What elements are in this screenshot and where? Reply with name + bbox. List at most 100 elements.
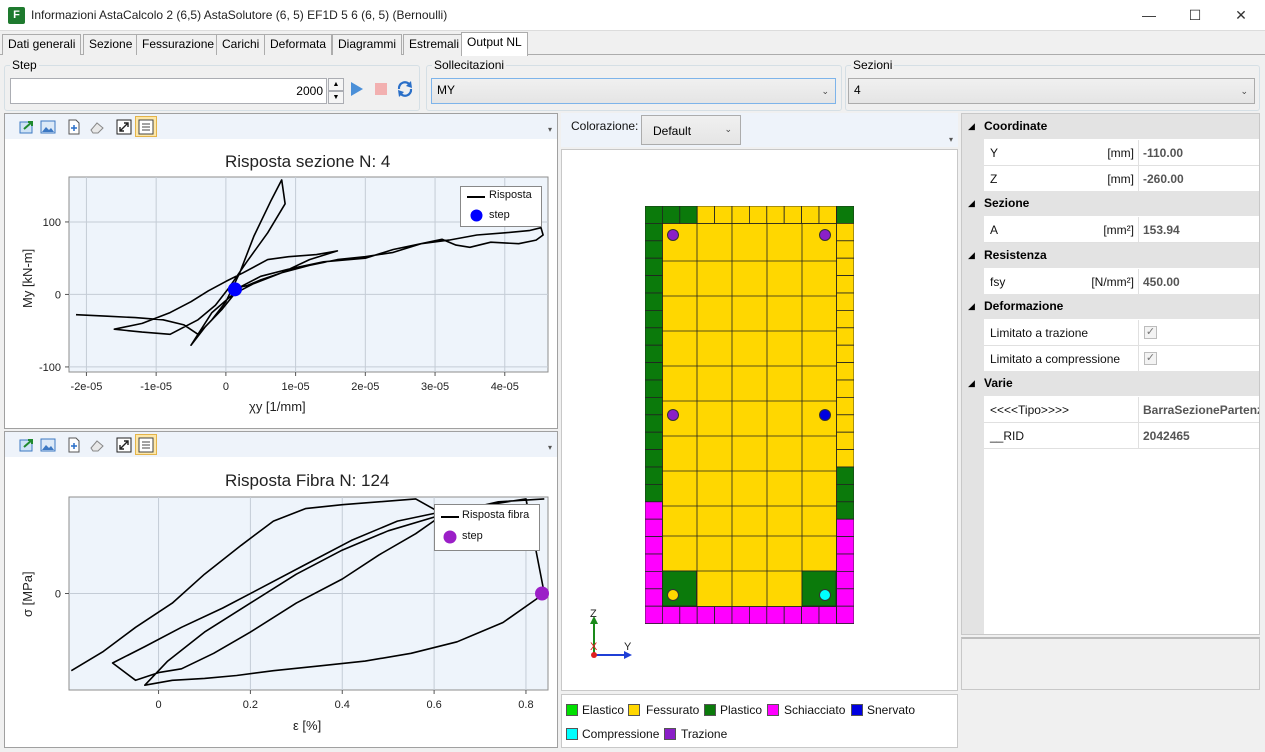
chart1-ylabel: My [kN-m] xyxy=(20,248,35,308)
tab-carichi[interactable]: Carichi xyxy=(216,34,266,55)
fiber-cell xyxy=(714,606,733,624)
x-tick-label: 1e-05 xyxy=(282,381,310,393)
column-separator xyxy=(1138,140,1139,166)
collapse-icon[interactable]: ◢ xyxy=(968,243,975,268)
image-icon[interactable] xyxy=(40,119,56,135)
property-row[interactable]: A [mm²] 153.94 xyxy=(984,217,1259,243)
tab-dati-generali[interactable]: Dati generali xyxy=(2,34,82,55)
collapse-icon[interactable]: ◢ xyxy=(968,114,975,139)
x-tick-label: 0.6 xyxy=(426,699,441,711)
category-varie[interactable]: ◢ Varie xyxy=(962,371,1259,396)
legend-swatch-snervato xyxy=(851,704,863,716)
refresh-icon[interactable] xyxy=(396,80,414,98)
play-icon[interactable] xyxy=(350,82,364,96)
category-coordinate[interactable]: ◢ Coordinate xyxy=(962,114,1259,139)
legend-toggle-button[interactable] xyxy=(135,116,157,137)
property-row[interactable]: Limitato a trazione ✓ xyxy=(984,320,1259,346)
fiber-cell xyxy=(645,570,663,590)
sollecitazioni-select[interactable]: MY ⌄ xyxy=(431,78,836,104)
property-row[interactable]: Limitato a compressione ✓ xyxy=(984,345,1259,372)
fiber-cell xyxy=(661,606,681,624)
collapse-icon[interactable]: ◢ xyxy=(968,371,975,396)
toolbar-overflow-icon[interactable]: ▾ xyxy=(548,125,552,134)
step-input[interactable]: 2000 xyxy=(10,78,327,104)
fiber-cell xyxy=(818,206,837,224)
property-row[interactable]: Y [mm] -110.00 xyxy=(984,140,1259,166)
fiber-cell xyxy=(731,206,750,224)
legend-label-compressione: Compressione xyxy=(582,727,660,741)
export-icon[interactable] xyxy=(19,119,35,135)
legend-swatch-elastico xyxy=(566,704,578,716)
image-icon[interactable] xyxy=(40,437,56,453)
property-row[interactable]: Z [mm] -260.00 xyxy=(984,165,1259,192)
fiber-cell xyxy=(836,344,854,363)
colorazione-select[interactable]: Default ⌄ xyxy=(641,115,741,145)
legend-label-fessurato: Fessurato xyxy=(646,703,700,717)
fit-icon[interactable] xyxy=(116,119,132,135)
category-deformazione[interactable]: ◢ Deformazione xyxy=(962,294,1259,319)
collapse-icon[interactable]: ◢ xyxy=(968,191,975,216)
fiber-cell xyxy=(836,501,854,520)
fiber-cell xyxy=(836,483,854,503)
export-icon[interactable] xyxy=(19,437,35,453)
tab-fessurazione[interactable]: Fessurazione xyxy=(136,34,221,55)
step-down-button[interactable]: ▼ xyxy=(328,91,344,104)
new-page-icon[interactable] xyxy=(66,119,82,135)
colorazione-label: Colorazione: xyxy=(571,119,639,133)
property-unit: [mm] xyxy=(1107,146,1134,160)
collapse-icon[interactable]: ◢ xyxy=(968,294,975,319)
fiber-cell xyxy=(836,570,854,590)
tab-deformata[interactable]: Deformata xyxy=(264,34,333,55)
fiber-cell xyxy=(766,606,785,624)
rebar-bottom-right xyxy=(819,589,831,601)
title-bar: F Informazioni AstaCalcolo 2 (6,5) AstaS… xyxy=(0,0,1265,31)
step-up-button[interactable]: ▲ xyxy=(328,78,344,91)
tab-estremali[interactable]: Estremali xyxy=(403,34,466,55)
fiber-cell xyxy=(836,310,854,329)
chart2-xlabel: ε [%] xyxy=(293,718,322,733)
tab-diagrammi[interactable]: Diagrammi xyxy=(332,34,403,55)
tab-output-nl[interactable]: Output NL xyxy=(461,32,528,56)
tab-sezione[interactable]: Sezione xyxy=(83,34,139,55)
new-page-icon[interactable] xyxy=(66,437,82,453)
stop-icon[interactable] xyxy=(375,83,387,95)
minimize-button[interactable]: — xyxy=(1126,0,1172,31)
category-sezione[interactable]: ◢ Sezione xyxy=(962,191,1259,216)
fiber-cell xyxy=(645,466,663,485)
toolbar-overflow-icon[interactable]: ▾ xyxy=(949,135,953,144)
fiber-cell xyxy=(645,257,663,277)
property-row[interactable]: fsy [N/mm²] 450.00 xyxy=(984,268,1259,295)
maximize-button[interactable]: ☐ xyxy=(1172,0,1218,31)
section-drawing xyxy=(645,206,854,624)
eraser-icon[interactable] xyxy=(89,119,105,135)
fiber-cell xyxy=(801,606,820,624)
property-checkbox[interactable]: ✓ xyxy=(1144,326,1157,339)
fiber-cell xyxy=(645,222,663,242)
sollecitazioni-group-label: Sollecitazioni xyxy=(432,58,507,72)
property-row[interactable]: <<<<Tipo>>>> BarraSezionePartenza xyxy=(984,397,1259,423)
eraser-icon[interactable] xyxy=(89,437,105,453)
property-name: Limitato a compressione xyxy=(990,351,1121,366)
chart2-legend-fibra: Risposta fibra xyxy=(462,509,530,521)
property-name: Y xyxy=(990,146,999,160)
axis-label-z: Z xyxy=(590,608,597,620)
close-button[interactable]: ✕ xyxy=(1218,0,1264,31)
category-label: Deformazione xyxy=(984,299,1064,313)
column-separator xyxy=(1138,268,1139,295)
fiber-cell xyxy=(836,379,854,398)
fiber-cell xyxy=(836,396,854,416)
fiber-cell xyxy=(645,518,663,538)
property-name: <<<<Tipo>>>> xyxy=(990,403,1069,417)
column-separator xyxy=(1138,345,1139,372)
property-value: 153.94 xyxy=(1143,223,1180,237)
category-resistenza[interactable]: ◢ Resistenza xyxy=(962,242,1259,268)
fit-icon[interactable] xyxy=(116,437,132,453)
fiber-cell xyxy=(696,606,716,624)
toolbar-overflow-icon[interactable]: ▾ xyxy=(548,443,552,452)
property-row[interactable]: __RID 2042465 xyxy=(984,422,1259,449)
section-toolbar: Colorazione: Default ⌄ ▾ xyxy=(561,113,958,147)
sezioni-select[interactable]: 4 ⌄ xyxy=(848,78,1255,104)
fiber-cell xyxy=(645,501,663,520)
property-checkbox[interactable]: ✓ xyxy=(1144,351,1157,365)
legend-toggle-button[interactable] xyxy=(135,434,157,455)
